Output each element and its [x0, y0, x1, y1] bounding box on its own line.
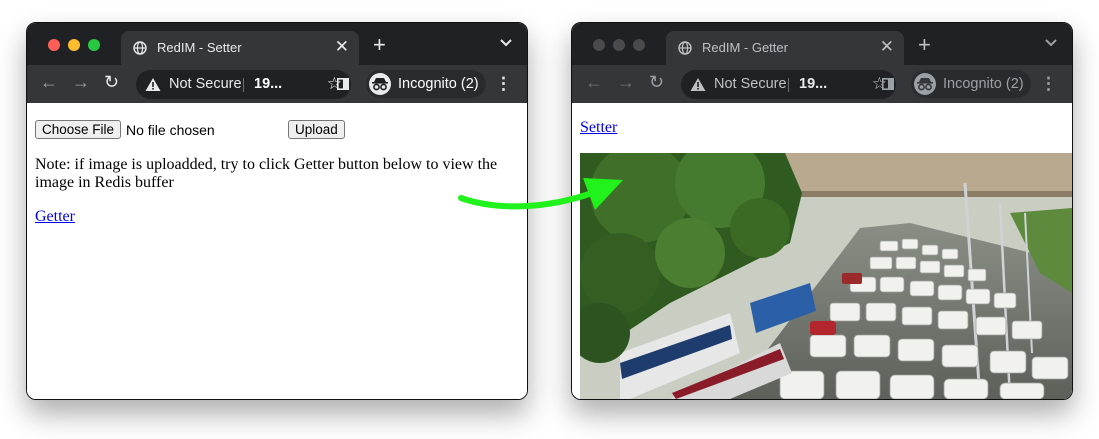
profile-label: Incognito (2): [398, 76, 479, 92]
reload-icon[interactable]: ↻: [649, 72, 664, 93]
tab-title: RedIM - Getter: [702, 40, 788, 55]
warning-icon: [145, 78, 161, 91]
page-content: Setter: [572, 103, 1072, 399]
new-tab-icon[interactable]: +: [373, 32, 386, 58]
file-status: No file chosen: [126, 122, 215, 138]
setter-link[interactable]: Setter: [580, 119, 617, 137]
minimize-window-button[interactable]: [68, 39, 80, 51]
tab-getter[interactable]: RedIM - Getter ✕: [666, 31, 904, 65]
getter-browser-window: RedIM - Getter ✕ + ← → ↻ Not Secure 19..…: [571, 22, 1073, 400]
forward-icon[interactable]: →: [617, 72, 635, 93]
address-bar[interactable]: Not Secure 19... ☆: [136, 70, 351, 99]
warning-icon: [690, 78, 706, 91]
tab-strip: RedIM - Setter ✕ +: [27, 23, 527, 65]
note-text: Note: if image is uploadded, try to clic…: [35, 156, 498, 191]
green-arrow-icon: [458, 178, 623, 210]
close-window-button[interactable]: [48, 39, 60, 51]
security-label: Not Secure: [714, 76, 787, 92]
menu-kebab-icon[interactable]: ⋮: [495, 74, 512, 94]
side-panel-icon[interactable]: [882, 78, 894, 90]
zoom-window-button[interactable]: [88, 39, 100, 51]
security-label: Not Secure: [169, 76, 242, 92]
zoom-window-button[interactable]: [633, 39, 645, 51]
tab-strip: RedIM - Getter ✕ +: [572, 23, 1072, 65]
incognito-profile-button[interactable]: Incognito (2): [911, 70, 1031, 98]
reload-icon[interactable]: ↻: [104, 72, 119, 93]
tab-setter[interactable]: RedIM - Setter ✕: [121, 31, 359, 65]
window-controls: [48, 39, 100, 51]
profile-label: Incognito (2): [943, 76, 1024, 92]
back-icon[interactable]: ←: [585, 72, 603, 93]
close-tab-icon[interactable]: ✕: [335, 37, 349, 57]
back-icon[interactable]: ←: [40, 72, 58, 93]
close-window-button[interactable]: [593, 39, 605, 51]
traffic-jam-photo: [580, 153, 1072, 399]
incognito-icon: [369, 73, 391, 95]
address-bar[interactable]: Not Secure 19... ☆: [681, 70, 896, 99]
page-content: Choose File No file chosen Upload Note: …: [27, 103, 527, 399]
choose-file-button[interactable]: Choose File: [35, 120, 122, 139]
side-panel-icon[interactable]: [337, 78, 349, 90]
incognito-profile-button[interactable]: Incognito (2): [366, 70, 486, 98]
tab-search-chevron-icon[interactable]: [500, 38, 512, 48]
url-host: 19...: [254, 76, 283, 92]
window-controls: [593, 39, 645, 51]
globe-icon: [133, 41, 147, 55]
getter-link[interactable]: Getter: [35, 208, 75, 226]
globe-icon: [678, 41, 692, 55]
incognito-icon: [914, 73, 936, 95]
close-tab-icon[interactable]: ✕: [880, 37, 894, 57]
minimize-window-button[interactable]: [613, 39, 625, 51]
url-host: 19...: [799, 76, 828, 92]
tab-title: RedIM - Setter: [157, 40, 242, 55]
new-tab-icon[interactable]: +: [918, 32, 931, 58]
upload-button[interactable]: Upload: [288, 120, 345, 139]
menu-kebab-icon[interactable]: ⋮: [1040, 74, 1057, 94]
setter-browser-window: RedIM - Setter ✕ + ← → ↻ Not Secure 19..…: [26, 22, 528, 400]
toolbar: ← → ↻ Not Secure 19... ☆ Incognito (2) ⋮: [572, 65, 1072, 103]
tab-search-chevron-icon[interactable]: [1045, 38, 1057, 48]
forward-icon[interactable]: →: [72, 72, 90, 93]
toolbar: ← → ↻ Not Secure 19... ☆ Incognito (2) ⋮: [27, 65, 527, 103]
